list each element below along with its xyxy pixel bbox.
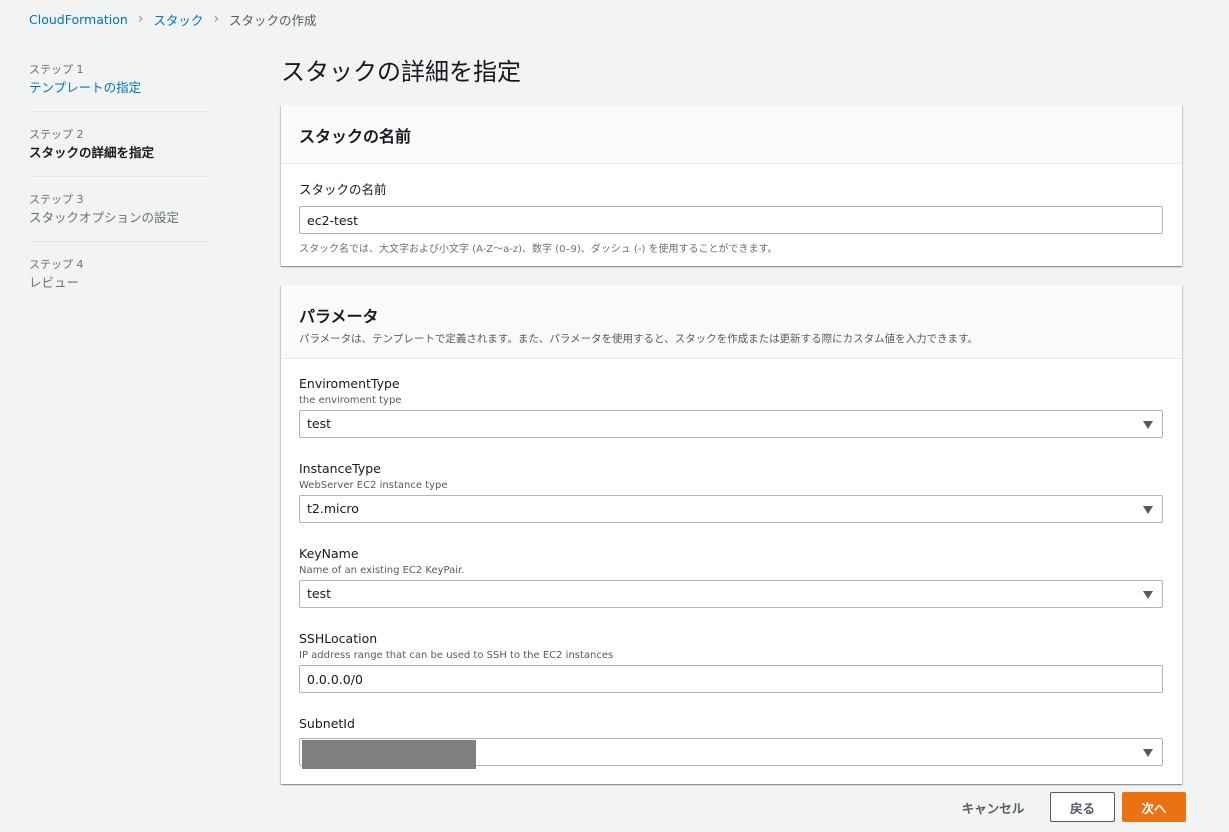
breadcrumb-cloudformation-link[interactable]: CloudFormation — [29, 12, 128, 27]
instancetype-select[interactable]: t2.micro — [299, 495, 1163, 523]
breadcrumb: CloudFormation › スタック › スタックの作成 — [29, 10, 317, 28]
param-keyname: KeyName Name of an existing EC2 KeyPair.… — [299, 546, 1164, 631]
param-label: SSHLocation — [299, 631, 378, 646]
param-label: KeyName — [299, 546, 359, 561]
panel-description: パラメータは、テンプレートで定義されます。また、パラメータを使用すると、スタック… — [299, 333, 979, 345]
caret-down-icon — [1143, 421, 1153, 429]
panel-title: パラメータ — [299, 307, 379, 326]
stack-name-input[interactable] — [299, 206, 1163, 234]
next-button[interactable]: 次へ — [1122, 792, 1186, 822]
subnetid-select[interactable] — [299, 738, 1163, 769]
wizard-step-4: ステップ 4 レビュー — [29, 256, 209, 306]
step-label-review: レビュー — [29, 275, 80, 290]
stack-name-panel: スタックの名前 スタックの名前 スタック名では、大文字および小文字 (A-Z〜a… — [281, 105, 1182, 266]
param-sshlocation: SSHLocation IP address range that can be… — [299, 631, 1164, 716]
caret-down-icon — [1143, 749, 1153, 757]
parameters-panel: パラメータ パラメータは、テンプレートで定義されます。また、パラメータを使用する… — [281, 285, 1182, 784]
step-label-stack-options: スタックオプションの設定 — [29, 210, 180, 225]
step-number: ステップ 1 — [29, 63, 84, 76]
caret-down-icon — [1143, 506, 1153, 514]
step-number: ステップ 3 — [29, 193, 84, 206]
wizard-step-3: ステップ 3 スタックオプションの設定 — [29, 191, 209, 242]
select-value: test — [307, 586, 332, 601]
step-link-specify-template[interactable]: テンプレートの指定 — [29, 80, 209, 96]
stack-name-label: スタックの名前 — [299, 182, 387, 197]
panel-title: スタックの名前 — [299, 127, 412, 146]
sshlocation-input[interactable] — [299, 665, 1163, 693]
panel-header: パラメータ パラメータは、テンプレートで定義されます。また、パラメータを使用する… — [281, 285, 1182, 359]
param-description: the enviroment type — [299, 395, 402, 406]
wizard-step-2: ステップ 2 スタックの詳細を指定 — [29, 126, 209, 177]
chevron-right-icon: › — [137, 11, 144, 27]
cancel-button[interactable]: キャンセル — [950, 792, 1036, 822]
panel-header: スタックの名前 — [281, 105, 1182, 164]
select-value: t2.micro — [307, 501, 359, 516]
param-enviromenttype: EnviromentType the enviroment type test — [299, 376, 1164, 461]
caret-down-icon — [1143, 591, 1153, 599]
breadcrumb-stacks-link[interactable]: スタック — [153, 10, 203, 29]
param-label: EnviromentType — [299, 376, 400, 391]
breadcrumb-current: スタックの作成 — [229, 12, 317, 28]
param-description: IP address range that can be used to SSH… — [299, 650, 614, 661]
step-label-current: スタックの詳細を指定 — [29, 145, 155, 160]
step-number: ステップ 4 — [29, 258, 84, 271]
stack-name-hint: スタック名では、大文字および小文字 (A-Z〜a-z)、数字 (0–9)、ダッシ… — [299, 244, 778, 255]
enviromenttype-select[interactable]: test — [299, 410, 1163, 438]
param-subnetid: SubnetId — [299, 716, 1164, 769]
keyname-select[interactable]: test — [299, 580, 1163, 608]
wizard-steps: ステップ 1 テンプレートの指定 ステップ 2 スタックの詳細を指定 ステップ … — [29, 61, 209, 320]
param-instancetype: InstanceType WebServer EC2 instance type… — [299, 461, 1164, 546]
param-description: Name of an existing EC2 KeyPair. — [299, 565, 465, 576]
select-value: test — [307, 416, 332, 431]
chevron-right-icon: › — [213, 11, 220, 27]
panel-body: スタックの名前 スタック名では、大文字および小文字 (A-Z〜a-z)、数字 (… — [281, 164, 1182, 255]
panel-body: EnviromentType the enviroment type test … — [281, 359, 1182, 769]
wizard-step-1: ステップ 1 テンプレートの指定 — [29, 61, 209, 112]
param-description: WebServer EC2 instance type — [299, 480, 448, 491]
step-number: ステップ 2 — [29, 128, 84, 141]
param-label: InstanceType — [299, 461, 381, 476]
redacted-value — [302, 740, 476, 769]
param-label: SubnetId — [299, 716, 355, 731]
back-button[interactable]: 戻る — [1050, 792, 1115, 822]
page-title: スタックの詳細を指定 — [281, 58, 521, 86]
